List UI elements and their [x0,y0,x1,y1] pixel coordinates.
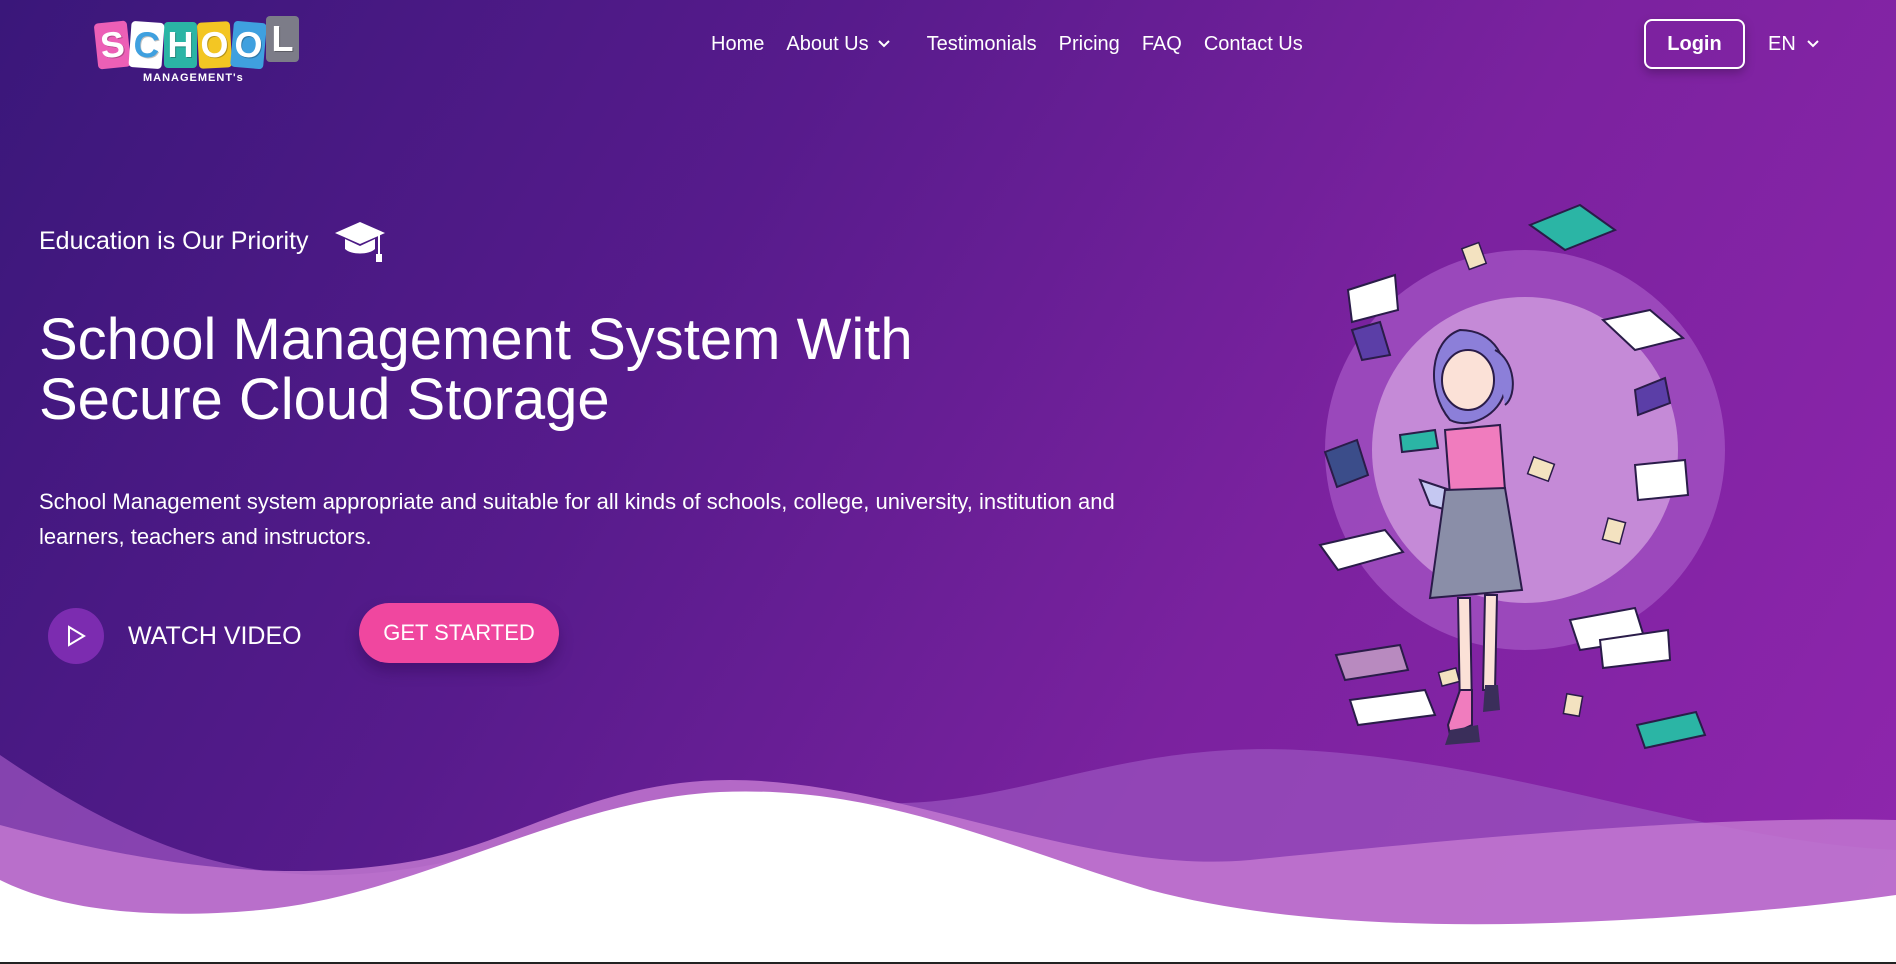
logo-letters: S C H O O L [93,16,306,70]
main-nav: Home About Us Testimonials Pricing FAQ C… [700,30,1314,58]
nav-pricing[interactable]: Pricing [1048,30,1131,58]
hero-section: S C H O O L MANAGEMENT's Home About Us T… [0,0,1896,964]
chevron-down-icon [1807,40,1819,48]
language-label: EN [1768,32,1796,55]
nav-home-label: Home [711,32,765,55]
wave-decoration [0,749,1896,964]
nav-testimonials-label: Testimonials [926,32,1037,55]
graduation-cap-icon [334,222,385,262]
language-selector[interactable]: EN [1768,30,1820,58]
school-management-logo[interactable]: S C H O O L MANAGEMENT's [93,16,306,100]
watch-video-button[interactable]: WATCH VIDEO [48,608,302,664]
logo-letter: O [196,21,233,69]
girl-reading-books-illustration [1318,203,1725,750]
nav-about-us[interactable]: About Us [775,30,901,58]
nav-faq-label: FAQ [1141,32,1182,55]
login-label: Login [1667,32,1722,55]
nav-contact-us[interactable]: Contact Us [1193,30,1314,58]
play-icon [68,625,86,647]
eyebrow-text: Education is Our Priority [39,226,309,255]
nav-home[interactable]: Home [700,30,775,58]
hero-title-line2: Secure Cloud Storage [39,367,610,432]
watch-video-label: WATCH VIDEO [128,621,302,650]
logo-letter: C [128,20,165,70]
logo-letter: O [230,20,267,70]
nav-testimonials[interactable]: Testimonials [916,30,1048,58]
play-circle[interactable] [48,608,104,664]
nav-pricing-label: Pricing [1058,32,1120,55]
nav-contact-us-label: Contact Us [1203,32,1303,55]
logo-subtitle: MANAGEMENT's [143,72,244,84]
chevron-down-icon [877,40,890,48]
get-started-label: GET STARTED [383,620,535,645]
logo-letter: H [164,22,197,68]
logo-letter: S [93,20,132,70]
hero-eyebrow: Education is Our Priority [39,218,387,264]
nav-faq[interactable]: FAQ [1131,30,1193,58]
nav-about-us-label: About Us [786,32,869,55]
hero-title: School Management System With Secure Clo… [39,310,1039,430]
get-started-button[interactable]: GET STARTED [359,603,559,663]
logo-letter: L [266,16,299,62]
hero-title-line1: School Management System With [39,307,913,372]
login-button[interactable]: Login [1644,19,1745,69]
hero-description: School Management system appropriate and… [39,489,1115,549]
